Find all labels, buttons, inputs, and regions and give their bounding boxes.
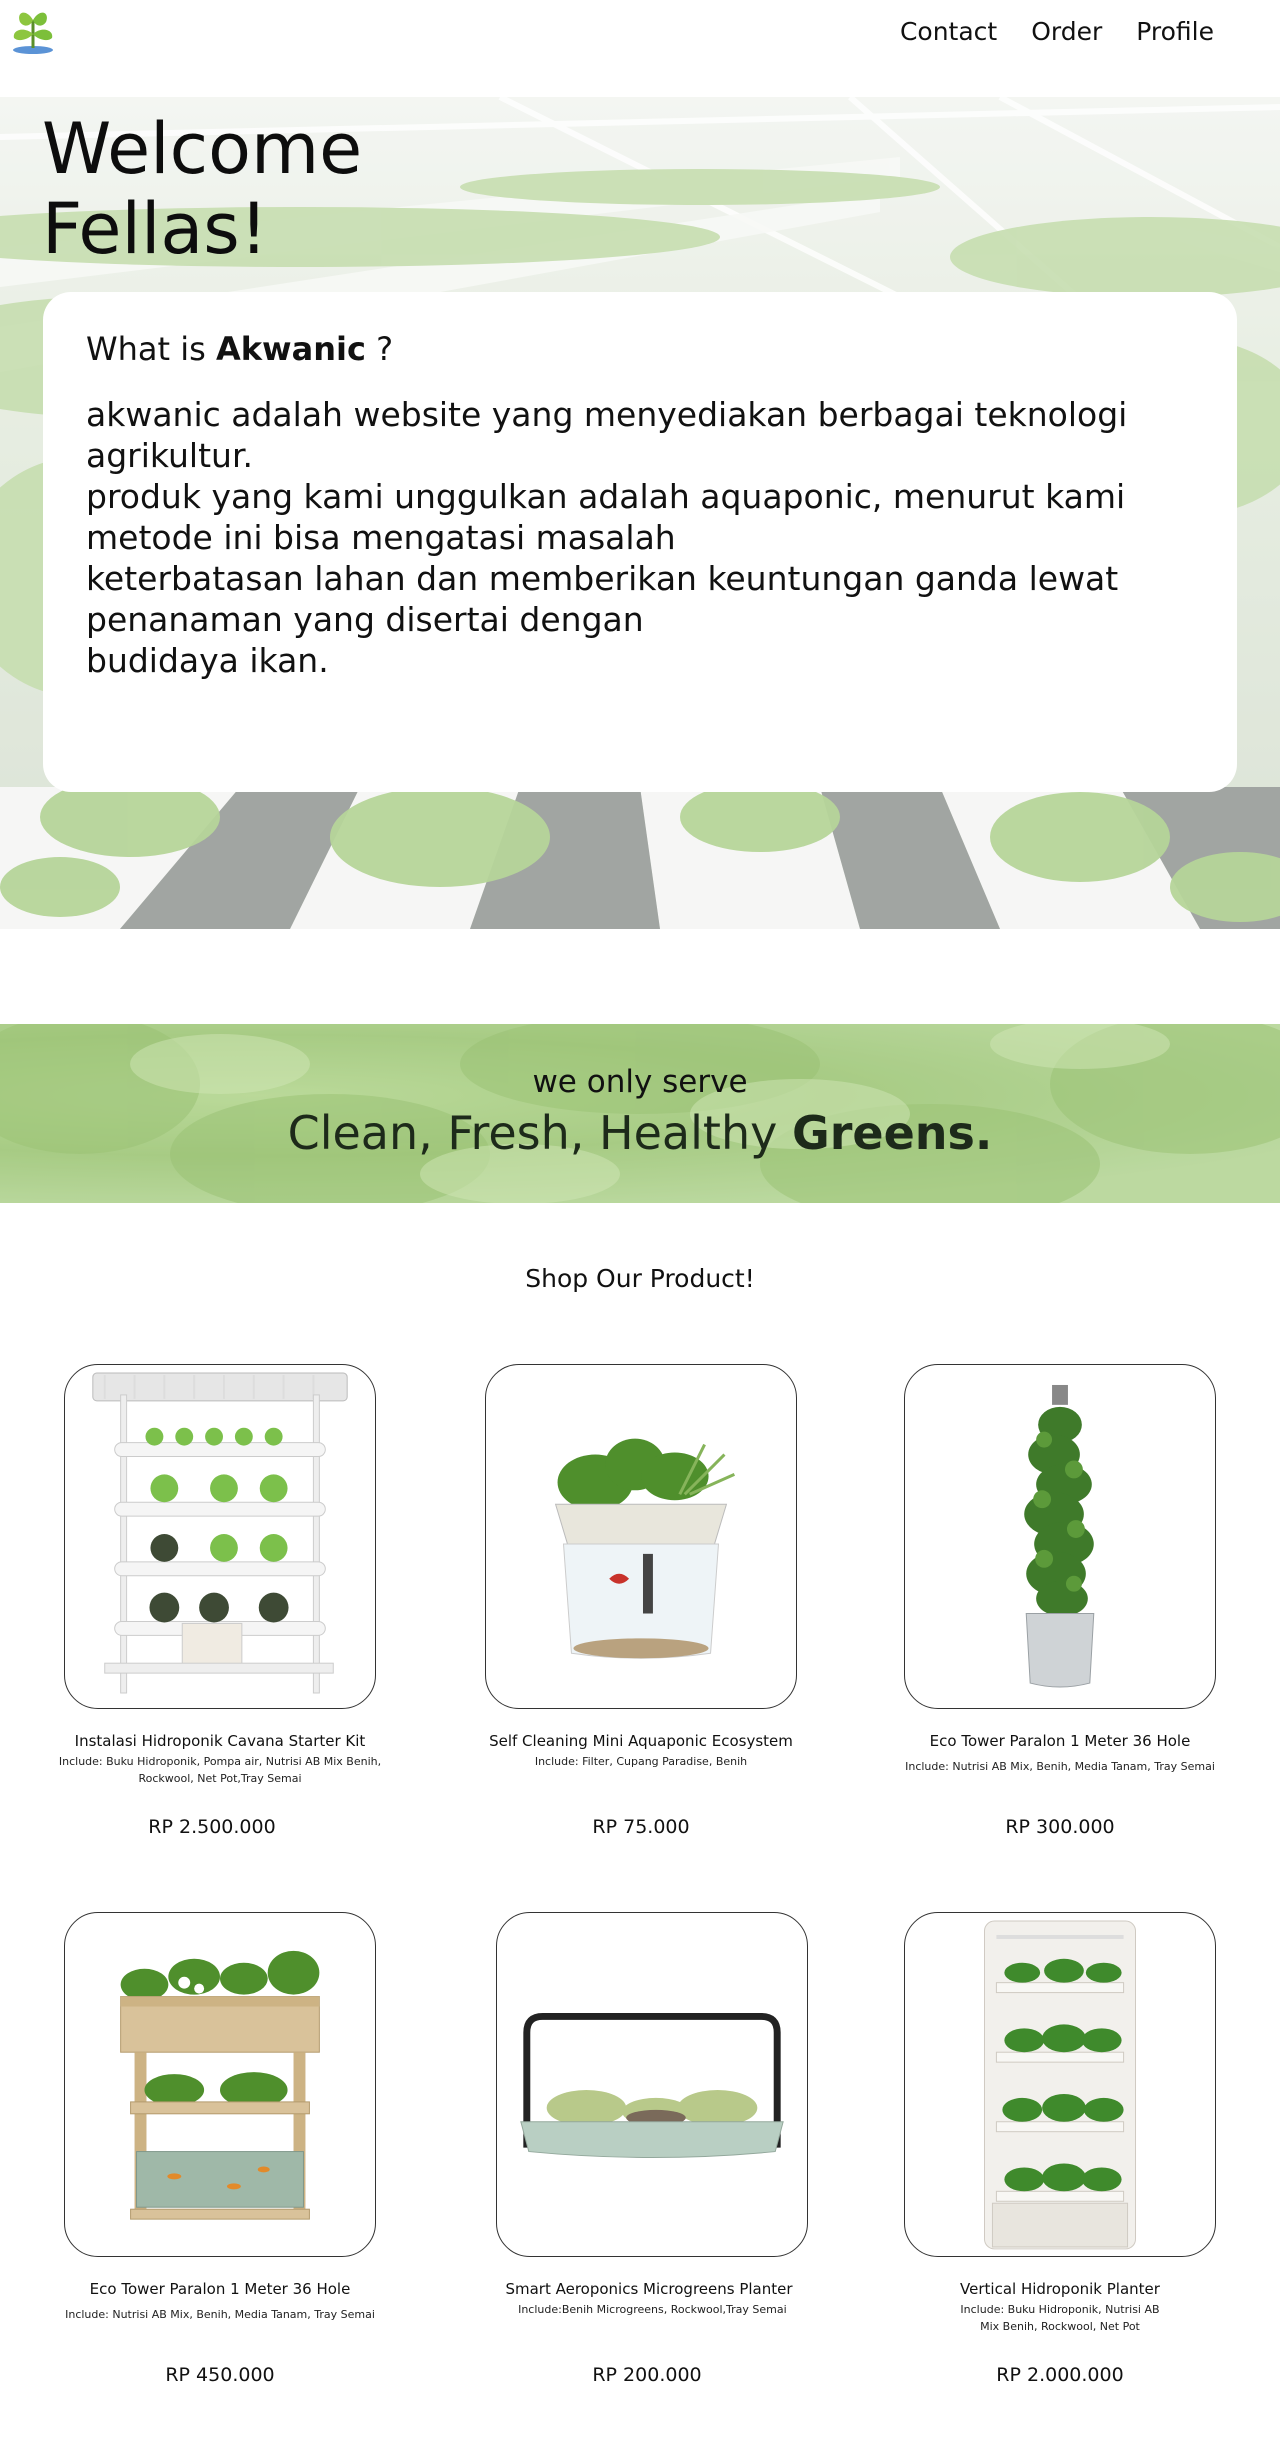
product-card[interactable]: Smart Aeroponics Microgreens Planter Inc… — [451, 1912, 831, 2392]
product-card[interactable]: Vertical Hidroponik Planter Include: Buk… — [870, 1912, 1250, 2392]
product-price: RP 200.000 — [592, 2364, 702, 2386]
about-heading: What is Akwanic ? — [86, 330, 393, 368]
greens-banner: we only serve Clean, Fresh, Healthy Gree… — [0, 1024, 1280, 1203]
hero-title: Welcome Fellas! — [42, 109, 542, 269]
product-name[interactable]: Self Cleaning Mini Aquaponic Ecosystem — [451, 1732, 831, 1750]
vertical-planter-image — [983, 1920, 1137, 2250]
eco-tower-image — [1024, 1384, 1095, 1688]
hero-section: Welcome Fellas! What is Akwanic ? akwani… — [0, 97, 1280, 929]
nav-order-link[interactable]: Order — [1031, 17, 1102, 46]
product-image-frame[interactable] — [904, 1912, 1216, 2257]
hydroponic-rack-image — [92, 1372, 348, 1694]
top-nav: Contact Order Profile — [0, 0, 1280, 66]
hero-title-line1: Welcome — [42, 108, 363, 190]
product-image-frame[interactable] — [64, 1364, 376, 1709]
product-price: RP 75.000 — [592, 1816, 690, 1838]
product-name[interactable]: Eco Tower Paralon 1 Meter 36 Hole — [870, 1732, 1250, 1750]
product-name[interactable]: Vertical Hidroponik Planter — [870, 2280, 1250, 2298]
product-includes: Include: Nutrisi AB Mix, Benih, Media Ta… — [65, 2308, 375, 2321]
product-includes: Include:Benih Microgreens, Rockwool,Tray… — [518, 2303, 787, 2316]
about-heading-suffix: ? — [365, 330, 394, 368]
product-includes: Include: Buku Hidroponik, Pompa air, Nut… — [58, 1755, 382, 1785]
hero-title-line2: Fellas! — [42, 188, 268, 270]
microgreens-planter-image — [520, 2012, 785, 2159]
product-image-frame[interactable] — [496, 1912, 809, 2257]
product-name[interactable]: Smart Aeroponics Microgreens Planter — [459, 2280, 839, 2298]
product-price: RP 2.500.000 — [148, 1816, 276, 1838]
about-heading-prefix: What is — [86, 330, 216, 368]
product-name[interactable]: Instalasi Hidroponik Cavana Starter Kit — [30, 1732, 410, 1750]
product-name[interactable]: Eco Tower Paralon 1 Meter 36 Hole — [30, 2280, 410, 2298]
product-image-frame[interactable] — [904, 1364, 1216, 1709]
product-price: RP 450.000 — [165, 2364, 275, 2386]
product-card[interactable]: Eco Tower Paralon 1 Meter 36 Hole Includ… — [30, 1912, 410, 2392]
nav-links: Contact Order Profile — [900, 17, 1214, 46]
nav-profile-link[interactable]: Profile — [1136, 17, 1214, 46]
wooden-aquaponic-planter-image — [120, 1950, 320, 2220]
product-card[interactable]: Self Cleaning Mini Aquaponic Ecosystem I… — [451, 1364, 831, 1844]
product-card[interactable]: Eco Tower Paralon 1 Meter 36 Hole Includ… — [870, 1364, 1250, 1844]
shop-title: Shop Our Product! — [525, 1264, 755, 1293]
about-description: akwanic adalah website yang menyediakan … — [86, 395, 1128, 680]
about-brand-name: Akwanic — [215, 330, 366, 368]
product-includes: Include: Buku Hidroponik, Nutrisi AB Mix… — [960, 2303, 1160, 2333]
product-image-frame[interactable] — [64, 1912, 376, 2257]
aquaponic-tank-image — [554, 1438, 736, 1659]
nav-contact-link[interactable]: Contact — [900, 17, 997, 46]
leaf-logo-icon[interactable] — [6, 6, 60, 56]
product-image-frame[interactable] — [485, 1364, 797, 1709]
product-card[interactable]: Instalasi Hidroponik Cavana Starter Kit … — [30, 1364, 410, 1844]
product-includes: Include: Filter, Cupang Paradise, Benih — [534, 1755, 748, 1768]
banner-headline-bold: Greens. — [791, 1106, 993, 1160]
product-price: RP 300.000 — [1005, 1816, 1115, 1838]
product-includes: Include: Nutrisi AB Mix, Benih, Media Ta… — [905, 1760, 1215, 1773]
product-price: RP 2.000.000 — [996, 2364, 1124, 2386]
banner-subtitle: we only serve — [532, 1064, 748, 1100]
banner-headline-text: Clean, Fresh, Healthy — [287, 1106, 792, 1160]
about-card: What is Akwanic ? akwanic adalah website… — [43, 292, 1237, 792]
banner-headline: Clean, Fresh, Healthy Greens. — [0, 1106, 1280, 1160]
